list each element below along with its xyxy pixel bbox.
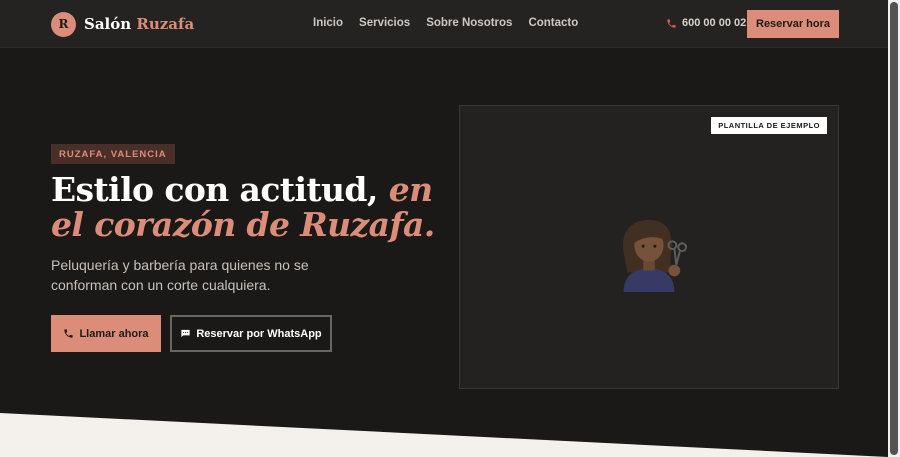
brand-logo[interactable]: R Salón Ruzafa — [51, 11, 194, 37]
hero-image-placeholder: PLANTILLA DE EJEMPLO — [459, 105, 839, 389]
call-now-button[interactable]: Llamar ahora — [51, 315, 161, 352]
brand-mark: R — [51, 11, 76, 37]
page-scrollbar[interactable] — [888, 0, 900, 457]
phone-icon — [667, 18, 676, 28]
call-now-label: Llamar ahora — [79, 327, 149, 340]
chat-icon — [181, 329, 190, 338]
reserve-button[interactable]: Reservar hora — [747, 10, 839, 38]
header-phone-number: 600 00 00 02 — [682, 17, 747, 29]
nav-link-inicio[interactable]: Inicio — [313, 17, 343, 29]
phone-icon — [64, 329, 74, 338]
next-section-divider — [0, 413, 888, 457]
hero-headline: Estilo con actitud, en el corazón de Ruz… — [51, 172, 451, 242]
scrollbar-thumb[interactable] — [890, 2, 898, 455]
main-nav: Inicio Servicios Sobre Nosotros Contacto — [313, 17, 594, 29]
hero-headline-plain: Estilo con actitud, — [51, 170, 378, 209]
location-tag: RUZAFA, VALENCIA — [51, 144, 175, 164]
whatsapp-reserve-label: Reservar por WhatsApp — [196, 327, 322, 340]
hero-subtitle: Peluquería y barbería para quienes no se… — [51, 257, 309, 293]
site-header: R Salón Ruzafa Inicio Servicios Sobre No… — [0, 0, 888, 48]
brand-name: Salón Ruzafa — [84, 15, 194, 33]
nav-link-sobre-nosotros[interactable]: Sobre Nosotros — [426, 17, 512, 29]
nav-link-servicios[interactable]: Servicios — [359, 17, 410, 29]
brand-name-accent: Ruzafa — [136, 15, 195, 33]
header-phone-link[interactable]: 600 00 00 02 — [666, 17, 746, 29]
hairdresser-icon — [623, 219, 688, 292]
sample-template-badge: PLANTILLA DE EJEMPLO — [711, 117, 827, 134]
whatsapp-reserve-button[interactable]: Reservar por WhatsApp — [170, 315, 332, 352]
nav-link-contacto[interactable]: Contacto — [528, 17, 578, 29]
brand-name-primary: Salón — [84, 15, 132, 33]
